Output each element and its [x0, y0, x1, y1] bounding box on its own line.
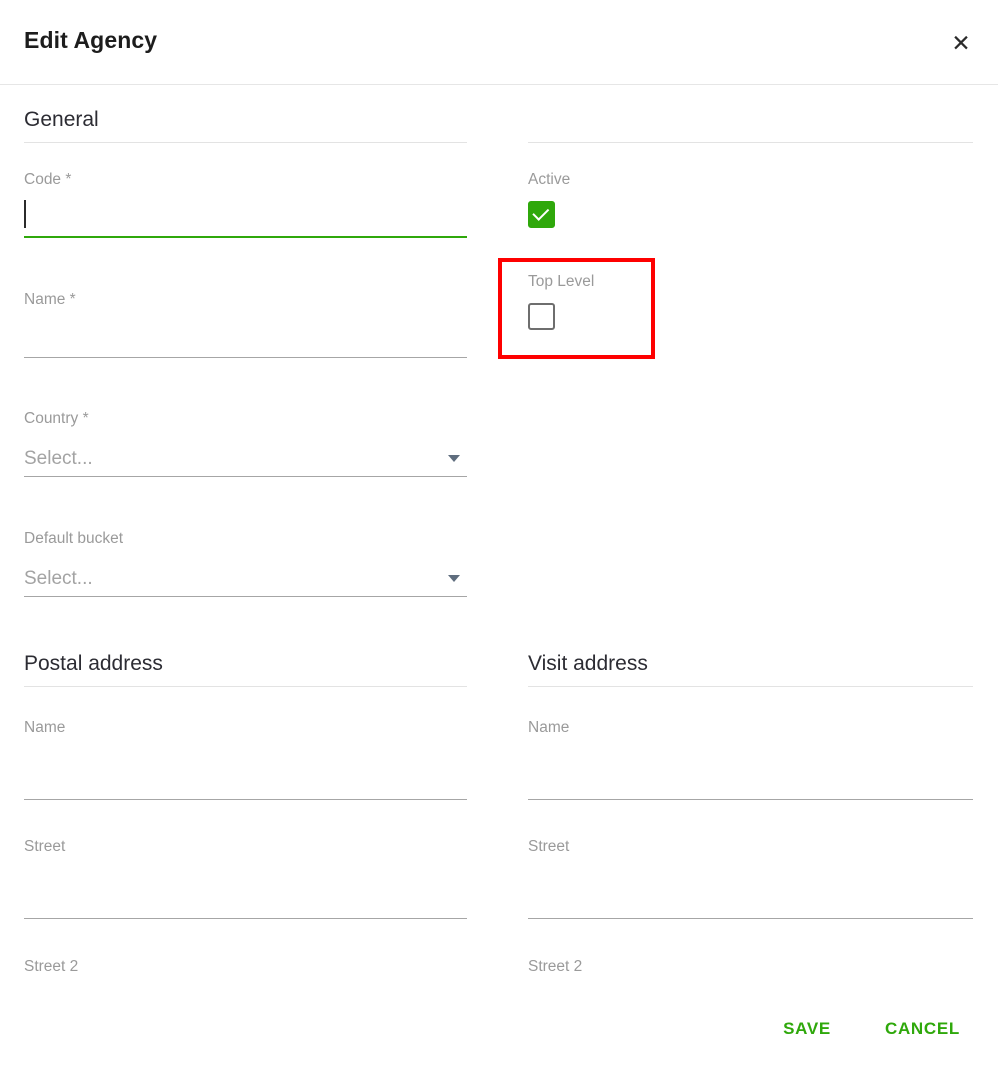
save-button[interactable]: SAVE: [769, 1011, 845, 1047]
visit-name-field: Name: [528, 718, 973, 800]
postal-address-heading: Postal address: [24, 652, 163, 675]
page-title: Edit Agency: [24, 27, 158, 53]
text-cursor: [24, 200, 26, 228]
code-field: Code *: [24, 170, 467, 238]
visit-street-field: Street: [528, 837, 973, 919]
country-placeholder: Select...: [24, 448, 93, 469]
name-label: Name *: [24, 291, 76, 308]
dialog-header: Edit Agency ✕: [0, 0, 998, 85]
dialog-footer: SAVE CANCEL: [769, 1011, 974, 1047]
visit-street-label: Street: [528, 838, 570, 855]
edit-agency-dialog: Edit Agency ✕ General Code * Name * Coun…: [0, 0, 998, 1067]
postal-name-input[interactable]: [24, 738, 467, 800]
chevron-down-icon: [448, 455, 460, 462]
country-label: Country *: [24, 410, 89, 427]
dialog-body: General Code * Name * Country * Select..…: [0, 85, 998, 1067]
visit-street-input[interactable]: [528, 857, 973, 919]
general-heading: General: [24, 108, 99, 131]
general-section: General: [24, 107, 467, 143]
code-label: Code *: [24, 171, 72, 188]
top-level-field: Top Level: [528, 272, 973, 330]
postal-street2-label: Street 2: [24, 958, 79, 975]
check-icon: [532, 203, 550, 221]
general-right-divider: [528, 142, 973, 143]
top-level-checkbox[interactable]: [528, 303, 555, 330]
postal-street2-field: Street 2: [24, 957, 467, 1039]
postal-name-label: Name: [24, 719, 66, 736]
postal-name-field: Name: [24, 718, 467, 800]
visit-name-input[interactable]: [528, 738, 973, 800]
general-right-divider-wrap: [528, 107, 973, 143]
code-input[interactable]: [24, 190, 467, 238]
top-level-label: Top Level: [528, 273, 595, 290]
default-bucket-select[interactable]: Select...: [24, 549, 467, 597]
postal-address-divider: [24, 686, 467, 687]
active-label: Active: [528, 171, 571, 188]
default-bucket-field: Default bucket Select...: [24, 529, 467, 597]
visit-street2-label: Street 2: [528, 958, 583, 975]
country-select[interactable]: Select...: [24, 429, 467, 477]
visit-address-section: Visit address: [528, 651, 973, 687]
default-bucket-label: Default bucket: [24, 530, 124, 547]
visit-name-label: Name: [528, 719, 570, 736]
chevron-down-icon: [448, 575, 460, 582]
name-input[interactable]: [24, 310, 467, 358]
postal-street-label: Street: [24, 838, 66, 855]
country-field: Country * Select...: [24, 409, 467, 477]
visit-address-divider: [528, 686, 973, 687]
name-field: Name *: [24, 290, 467, 358]
postal-street-input[interactable]: [24, 857, 467, 919]
postal-address-section: Postal address: [24, 651, 467, 687]
visit-address-heading: Visit address: [528, 652, 648, 675]
postal-street2-input[interactable]: [24, 977, 467, 1039]
active-checkbox[interactable]: [528, 201, 555, 228]
cancel-button[interactable]: CANCEL: [871, 1011, 974, 1047]
postal-street-field: Street: [24, 837, 467, 919]
close-icon[interactable]: ✕: [942, 24, 980, 62]
active-field: Active: [528, 170, 973, 228]
default-bucket-placeholder: Select...: [24, 568, 93, 589]
general-divider: [24, 142, 467, 143]
